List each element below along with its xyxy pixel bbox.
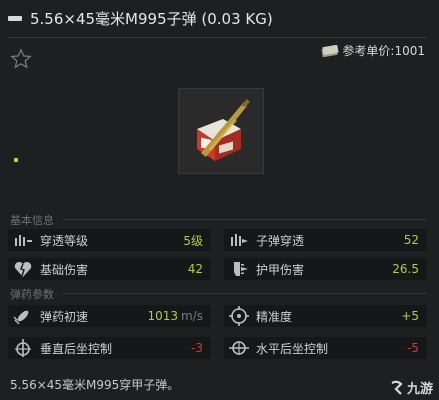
star-icon[interactable] xyxy=(10,48,32,70)
reference-price-text: 参考单价:1001 xyxy=(342,44,425,58)
stat-bullet-penetration: 子弹穿透 52 xyxy=(224,229,427,251)
reference-price: 参考单价:1001 xyxy=(321,42,425,59)
heart-damage-icon xyxy=(14,261,32,277)
item-category-icon xyxy=(8,15,22,21)
item-image-frame xyxy=(178,88,264,174)
velocity-icon xyxy=(13,310,29,325)
penetration-icon xyxy=(15,235,32,246)
vertical-recoil-icon xyxy=(15,339,31,357)
stat-vertical-recoil: 垂直后坐控制 -3 xyxy=(8,337,211,359)
horizontal-recoil-icon xyxy=(229,341,249,355)
stat-accuracy: 精准度 +5 xyxy=(224,305,427,327)
ammo-box-image xyxy=(197,99,250,161)
cash-icon xyxy=(321,44,339,57)
armor-damage-icon xyxy=(234,262,248,276)
crosshair-icon xyxy=(229,306,249,326)
stat-muzzle-velocity: 弹药初速 1013 m/s xyxy=(8,305,211,327)
title-divider xyxy=(8,37,427,38)
bullet-pierce-icon xyxy=(231,234,248,246)
watermark-logo: 九游 xyxy=(389,378,433,397)
title-row: 5.56×45毫米M995子弹 (0.03 KG) xyxy=(8,6,273,30)
section-ammo-label: 弹药参数 xyxy=(10,288,54,301)
section-ammo-divider xyxy=(62,293,427,294)
stat-base-damage: 基础伤害 42 xyxy=(8,258,211,280)
section-basic-label: 基本信息 xyxy=(10,214,54,227)
quality-marker xyxy=(14,158,18,162)
stat-penetration-level: 穿透等级 5级 xyxy=(8,229,211,251)
watermark-icon xyxy=(391,380,403,395)
stat-horizontal-recoil: 水平后坐控制 -5 xyxy=(224,337,427,359)
section-basic-divider xyxy=(62,219,427,220)
item-title: 5.56×45毫米M995子弹 (0.03 KG) xyxy=(30,9,273,28)
item-description: 5.56×45毫米M995穿甲子弹。 xyxy=(10,378,180,392)
stat-armor-damage: 护甲伤害 26.5 xyxy=(224,258,427,280)
